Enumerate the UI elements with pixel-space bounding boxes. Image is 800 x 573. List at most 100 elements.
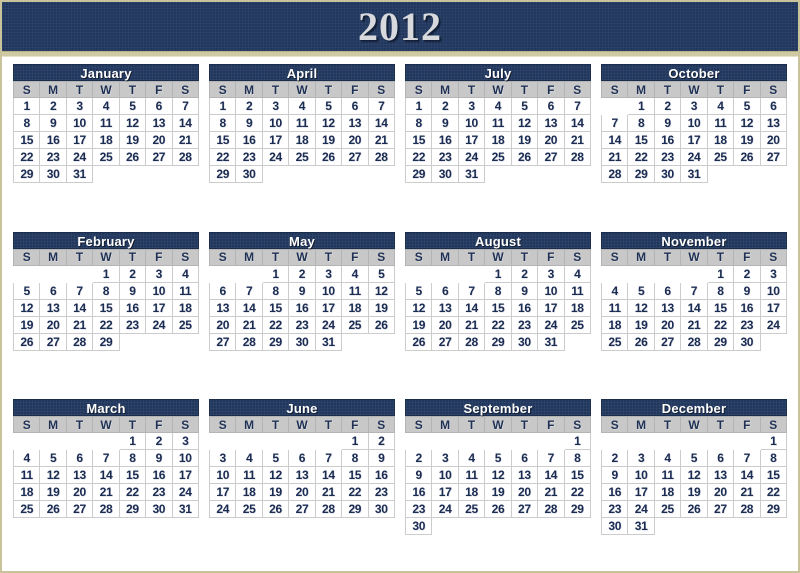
day-cell[interactable]: 17 [537,298,565,317]
day-cell[interactable]: 31 [457,165,486,183]
day-cell[interactable]: 8 [12,114,41,132]
day-cell[interactable]: 9 [653,114,682,132]
day-cell[interactable]: 17 [759,298,788,317]
day-cell[interactable]: 21 [171,131,200,149]
day-cell[interactable]: 19 [484,483,512,502]
day-cell[interactable]: 25 [457,500,486,519]
day-cell[interactable]: 18 [12,483,41,502]
day-cell[interactable]: 12 [39,466,67,485]
day-cell[interactable]: 17 [314,298,343,317]
day-cell[interactable]: 3 [759,264,788,283]
day-cell[interactable]: 9 [367,449,396,468]
day-cell[interactable]: 13 [431,298,459,317]
day-cell[interactable]: 16 [235,131,263,149]
day-cell[interactable]: 21 [314,483,343,502]
day-cell[interactable]: 19 [404,315,433,334]
day-cell[interactable]: 22 [484,315,512,334]
day-cell[interactable]: 17 [627,483,655,502]
day-cell[interactable]: 6 [537,97,565,115]
day-cell[interactable]: 25 [563,315,592,334]
day-cell[interactable]: 9 [600,466,629,485]
day-cell[interactable]: 6 [706,449,735,468]
day-cell[interactable]: 13 [39,298,67,317]
day-cell[interactable]: 18 [457,483,486,502]
day-cell[interactable]: 28 [314,500,343,519]
day-cell[interactable]: 26 [484,500,512,519]
day-cell[interactable]: 29 [92,332,120,351]
day-cell[interactable]: 30 [600,517,629,536]
day-cell[interactable]: 10 [537,281,565,300]
day-cell[interactable]: 7 [314,449,343,468]
day-cell[interactable]: 7 [733,449,761,468]
day-cell[interactable]: 12 [484,466,512,485]
day-cell[interactable]: 16 [39,131,67,149]
day-cell[interactable]: 14 [600,131,629,149]
day-cell[interactable]: 21 [600,148,629,166]
day-cell[interactable]: 19 [367,298,396,317]
day-cell[interactable]: 10 [627,466,655,485]
day-cell[interactable]: 10 [171,449,200,468]
day-cell[interactable]: 21 [563,131,592,149]
day-cell[interactable]: 29 [118,500,147,519]
day-cell[interactable]: 28 [235,332,263,351]
day-cell[interactable]: 11 [457,466,486,485]
day-cell[interactable]: 30 [367,500,396,519]
day-cell[interactable]: 4 [288,97,316,115]
day-cell[interactable]: 23 [600,500,629,519]
day-cell[interactable]: 26 [39,500,67,519]
day-cell[interactable]: 27 [341,148,369,166]
day-cell[interactable]: 14 [171,114,200,132]
day-cell[interactable]: 28 [563,148,592,166]
day-cell[interactable]: 2 [118,264,147,283]
day-cell[interactable]: 22 [12,148,41,166]
day-cell[interactable]: 14 [563,114,592,132]
day-cell[interactable]: 30 [39,165,67,183]
day-cell[interactable]: 24 [261,148,290,166]
day-cell[interactable]: 26 [680,500,708,519]
day-cell[interactable]: 23 [431,148,459,166]
day-cell[interactable]: 2 [404,449,433,468]
day-cell[interactable]: 8 [404,114,433,132]
day-cell[interactable]: 14 [457,298,486,317]
day-cell[interactable]: 23 [288,315,316,334]
day-cell[interactable]: 2 [600,449,629,468]
day-cell[interactable]: 17 [171,466,200,485]
day-cell[interactable]: 13 [510,466,539,485]
day-cell[interactable]: 11 [12,466,41,485]
day-cell[interactable]: 12 [261,466,290,485]
day-cell[interactable]: 20 [537,131,565,149]
day-cell[interactable]: 27 [208,332,237,351]
day-cell[interactable]: 12 [680,466,708,485]
day-cell[interactable]: 14 [65,298,94,317]
day-cell[interactable]: 28 [92,500,120,519]
day-cell[interactable]: 18 [653,483,682,502]
day-cell[interactable]: 7 [537,449,565,468]
day-cell[interactable]: 7 [171,97,200,115]
day-cell[interactable]: 30 [145,500,173,519]
day-cell[interactable]: 2 [235,97,263,115]
day-cell[interactable]: 15 [208,131,237,149]
day-cell[interactable]: 19 [733,131,761,149]
day-cell[interactable]: 22 [92,315,120,334]
day-cell[interactable]: 27 [653,332,682,351]
day-cell[interactable]: 12 [510,114,539,132]
day-cell[interactable]: 23 [235,148,263,166]
day-cell[interactable]: 3 [431,449,459,468]
day-cell[interactable]: 9 [118,281,147,300]
day-cell[interactable]: 23 [404,500,433,519]
day-cell[interactable]: 9 [510,281,539,300]
day-cell[interactable]: 31 [171,500,200,519]
day-cell[interactable]: 11 [563,281,592,300]
day-cell[interactable]: 25 [171,315,200,334]
day-cell[interactable]: 30 [288,332,316,351]
day-cell[interactable]: 6 [510,449,539,468]
day-cell[interactable]: 21 [680,315,708,334]
day-cell[interactable]: 26 [404,332,433,351]
day-cell[interactable]: 27 [510,500,539,519]
day-cell[interactable]: 19 [627,315,655,334]
day-cell[interactable]: 28 [367,148,396,166]
day-cell[interactable]: 15 [118,466,147,485]
day-cell[interactable]: 5 [733,97,761,115]
day-cell[interactable]: 24 [759,315,788,334]
day-cell[interactable]: 7 [65,281,94,300]
